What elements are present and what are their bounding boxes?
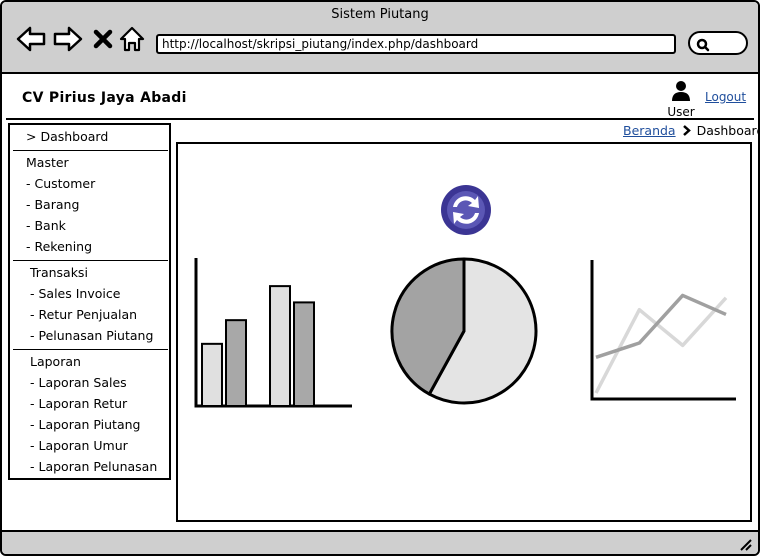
pie-chart	[390, 257, 538, 405]
breadcrumb-chevron-icon	[682, 124, 691, 139]
sidebar-item-rekening[interactable]: - Rekening	[26, 239, 92, 254]
status-bar	[2, 530, 758, 554]
sidebar-divider	[13, 349, 168, 350]
line-series	[594, 296, 728, 394]
dashboard-panel	[176, 142, 752, 522]
browser-search-field[interactable]	[688, 31, 748, 55]
browser-window: Sistem Piutang http://localhost/skripsi_…	[0, 0, 760, 556]
bar	[225, 319, 247, 407]
user-menu[interactable]: User	[666, 80, 696, 119]
sidebar-item-pelunasan-piutang[interactable]: - Pelunasan Piutang	[30, 328, 153, 343]
sidebar-item-bank[interactable]: - Bank	[26, 218, 66, 233]
search-icon	[696, 37, 710, 56]
close-x-icon[interactable]	[88, 24, 118, 54]
sidebar-item-laporan-umur[interactable]: - Laporan Umur	[30, 438, 128, 453]
breadcrumb-home-link[interactable]: Beranda	[623, 123, 676, 138]
resize-grip-icon[interactable]	[738, 536, 752, 554]
forward-arrow-icon[interactable]	[53, 24, 83, 54]
sidebar-item-customer[interactable]: - Customer	[26, 176, 95, 191]
app-header: CV Pirius Jaya Abadi User Logout	[6, 78, 754, 120]
line-chart	[590, 260, 736, 401]
breadcrumb-current: Dashboard	[696, 123, 760, 138]
title-bar: Sistem Piutang http://localhost/skripsi_…	[2, 2, 758, 74]
back-arrow-icon[interactable]	[16, 24, 46, 54]
sidebar-item-laporan-piutang[interactable]: - Laporan Piutang	[30, 417, 140, 432]
sidebar-item-sales-invoice[interactable]: - Sales Invoice	[30, 286, 120, 301]
dashboard-charts	[194, 185, 736, 408]
url-input[interactable]: http://localhost/skripsi_piutang/index.p…	[156, 34, 676, 54]
breadcrumb: Beranda Dashboard	[623, 123, 760, 139]
user-label: User	[667, 105, 695, 119]
sidebar-section-transaksi[interactable]: Transaksi	[30, 265, 88, 280]
sidebar-item-barang[interactable]: - Barang	[26, 197, 79, 212]
sidebar-item-laporan-pelunasan[interactable]: - Laporan Pelunasan	[30, 459, 157, 474]
sidebar-item-laporan-retur[interactable]: - Laporan Retur	[30, 396, 127, 411]
bar-chart	[194, 258, 352, 408]
sidebar-item-laporan-sales[interactable]: - Laporan Sales	[30, 375, 127, 390]
user-avatar-icon	[670, 81, 692, 106]
logout-link[interactable]: Logout	[705, 90, 746, 104]
sidebar-item-dashboard[interactable]: > Dashboard	[26, 129, 108, 144]
window-title: Sistem Piutang	[331, 7, 429, 22]
bar	[293, 301, 315, 407]
refresh-icon[interactable]	[441, 185, 491, 235]
company-name: CV Pirius Jaya Abadi	[22, 90, 187, 106]
sidebar: > Dashboard Master - Customer - Barang -…	[8, 123, 171, 480]
home-icon[interactable]	[117, 24, 147, 54]
sidebar-divider	[13, 150, 168, 151]
bar	[201, 342, 223, 407]
sidebar-section-laporan[interactable]: Laporan	[30, 354, 81, 369]
sidebar-section-master[interactable]: Master	[26, 155, 69, 170]
sidebar-divider	[13, 260, 168, 261]
bar	[269, 285, 291, 407]
sidebar-item-retur-penjualan[interactable]: - Retur Penjualan	[30, 307, 137, 322]
